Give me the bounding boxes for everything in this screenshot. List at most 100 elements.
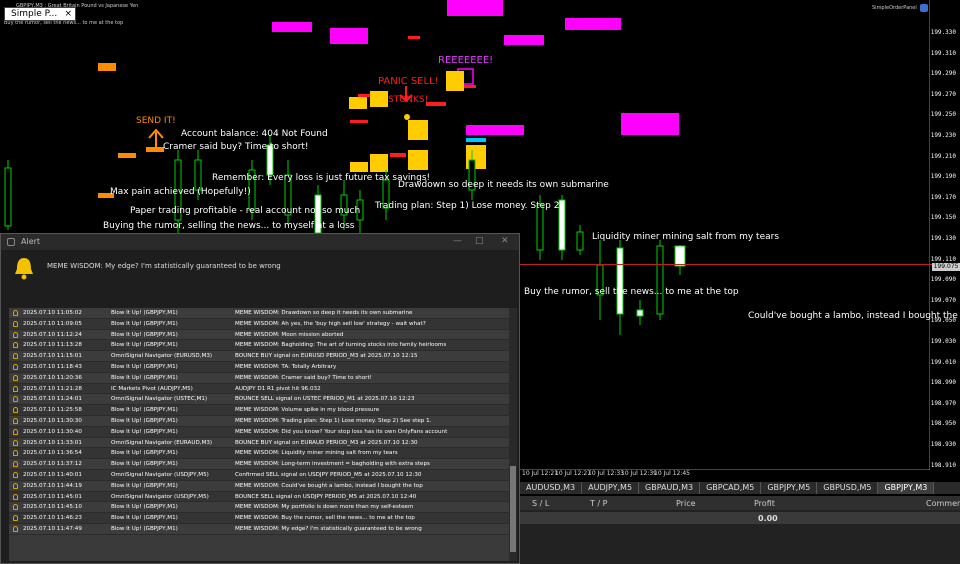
alert-source: Blow It Up! (GBPJPY,M1): [111, 320, 178, 327]
alert-source: Blow It Up! (GBPJPY,M1): [111, 310, 178, 316]
red-dash: [390, 153, 406, 157]
alert-row[interactable]: 2025.07.10 11:46:23 Blow It Up! (GBPJPY,M…: [9, 513, 509, 524]
scrollbar-thumb[interactable]: [510, 466, 516, 552]
symbol-tab[interactable]: AUDJPY,M5: [582, 482, 640, 494]
alert-bell-icon: [13, 417, 18, 424]
alert-source: Blow It Up! (GBPJPY,M1): [111, 504, 178, 511]
alert-window[interactable]: Alert — □ ✕ MEME WISDOM: My edge? I'm st…: [0, 233, 520, 564]
price-tick-label: 199.170: [930, 193, 956, 201]
alert-list[interactable]: 2025.07.10 11:05:02 Blow It Up! (GBPJPY,M…: [9, 308, 509, 561]
alert-row[interactable]: 2025.07.10 11:45:10 Blow It Up! (GBPJPY,M…: [9, 502, 509, 514]
price-header[interactable]: Price: [676, 499, 696, 508]
alert-source: Blow It Up! (GBPJPY,M1): [111, 482, 178, 489]
alert-time: 2025.07.10 11:44:19: [23, 482, 82, 489]
alert-time: 2025.07.10 11:36:54: [23, 450, 82, 457]
chart-header: GBPJPY,M3 : Great Britain Pound vs Japan…: [0, 0, 930, 26]
alert-row[interactable]: 2025.07.10 11:37:12 Blow It Up! (GBPJPY,M…: [9, 459, 509, 470]
close-button[interactable]: ✕: [501, 236, 509, 246]
current-price-badge: 199.075: [932, 263, 960, 271]
gold-dot: [404, 114, 410, 120]
alert-row[interactable]: 2025.07.10 11:20:36 Blow It Up! (GBPJPY,M…: [9, 372, 509, 384]
alert-text: MEME WISDOM: Bagholding: The art of turn…: [235, 342, 447, 349]
alert-bell-icon: [13, 450, 18, 457]
stonks-label: STONKS!: [388, 95, 429, 105]
profit-value: 0.00: [758, 514, 778, 523]
tp-header[interactable]: T / P: [590, 499, 608, 508]
alert-row[interactable]: 2025.07.10 11:24:01 OmniSignal Navigator …: [9, 394, 509, 406]
alert-text: MEME WISDOM: Long-term investment = bagh…: [235, 461, 430, 468]
simple-panel-tab[interactable]: Simple P... ×: [4, 7, 76, 21]
gold-block: [349, 97, 367, 109]
comment-header[interactable]: Comment: [926, 499, 960, 508]
profit-header[interactable]: Profit: [754, 499, 775, 508]
alert-time: 2025.07.10 11:30:30: [23, 417, 82, 424]
alert-bell-icon: [13, 374, 18, 381]
time-axis: 10 Jul 12:21 10 Jul 12:27 10 Jul 12:33 10 J…: [520, 470, 932, 480]
alert-bell-icon: [13, 493, 18, 500]
alert-titlebar[interactable]: Alert — □ ✕: [1, 234, 519, 250]
alert-row[interactable]: 2025.07.10 11:33:01 OmniSignal Navigator …: [9, 437, 509, 449]
alert-row[interactable]: 2025.07.10 11:36:54 Blow It Up! (GBPJPY,M…: [9, 448, 509, 460]
symbol-tab[interactable]: AUDUSD,M3: [520, 482, 583, 494]
alert-row[interactable]: 2025.07.10 11:45:01 OmniSignal Navigator …: [9, 491, 509, 503]
paper-trading-label: Paper trading profitable - real account …: [130, 206, 361, 216]
alert-source: Blow It Up! (GBPJPY,M1): [111, 515, 178, 522]
alert-text: MEME WISDOM: My edge? I'm statistically …: [235, 525, 422, 532]
alert-row[interactable]: 2025.07.10 11:47:49 Blow It Up! (GBPJPY,M…: [9, 523, 509, 535]
alert-row[interactable]: 2025.07.10 11:05:02 Blow It Up! (GBPJPY,M…: [9, 308, 509, 319]
alert-time: 2025.07.10 11:05:02: [23, 310, 82, 316]
alert-row[interactable]: 2025.07.10 11:40:01 OmniSignal Navigator …: [9, 469, 509, 481]
time-tick-label: 10 Jul 12:33: [588, 470, 624, 477]
alert-source: Blow It Up! (GBPJPY,M1): [111, 450, 178, 457]
panic-sell-label: PANIC SELL!: [378, 76, 439, 87]
alert-row[interactable]: 2025.07.10 11:18:43 Blow It Up! (GBPJPY,M…: [9, 361, 509, 373]
alert-row[interactable]: 2025.07.10 11:12:24 Blow It Up! (GBPJPY,M…: [9, 329, 509, 341]
alert-text: BOUNCE BUY signal on EURAUD PERIOD_M3 at…: [235, 439, 418, 446]
alert-row[interactable]: 2025.07.10 11:25:58 Blow It Up! (GBPJPY,M…: [9, 405, 509, 416]
alert-row[interactable]: 2025.07.10 11:30:40 Blow It Up! (GBPJPY,M…: [9, 426, 509, 438]
max-pain-label: Max pain achieved (Hopefully!): [110, 187, 251, 197]
alert-row[interactable]: 2025.07.10 11:15:01 OmniSignal Navigator …: [9, 351, 509, 362]
orange-dash: [118, 153, 136, 158]
alert-list-scrollbar[interactable]: [509, 308, 517, 561]
symbol-tab[interactable]: GBPJPY,M3: [878, 482, 935, 494]
alert-text: MEME WISDOM: Buy the rumor, sell the new…: [235, 515, 415, 522]
alert-row[interactable]: 2025.07.10 11:44:19 Blow It Up! (GBPJPY,M…: [9, 480, 509, 492]
minimize-button[interactable]: —: [453, 236, 462, 246]
alert-text: MEME WISDOM: Trading plan: Step 1) Lose …: [235, 417, 432, 424]
price-tick-label: 198.990: [930, 379, 956, 387]
alert-time: 2025.07.10 11:47:49: [23, 525, 82, 532]
gold-block: [446, 71, 464, 91]
alert-text: MEME WISDOM: Ah yes, the 'buy high sell …: [235, 320, 426, 327]
alert-bell-icon: [13, 504, 18, 511]
maximize-button[interactable]: □: [475, 236, 484, 246]
alert-text: MEME WISDOM: Cramer said buy? Time to sh…: [235, 374, 372, 381]
alert-bell-icon: [13, 385, 18, 392]
alert-bell-icon: [13, 525, 18, 532]
magenta-block: [272, 22, 312, 32]
alert-source: Blow It Up! (GBPJPY,M1): [111, 374, 178, 381]
message-scrollbar[interactable]: [509, 262, 517, 304]
symbol-tab[interactable]: GBPAUD,M3: [639, 482, 701, 494]
sl-header[interactable]: S / L: [532, 499, 549, 508]
alert-row[interactable]: 2025.07.10 11:09:05 Blow It Up! (GBPJPY,M…: [9, 318, 509, 330]
time-tick-label: 10 Jul 12:39: [621, 470, 657, 477]
alert-row[interactable]: 2025.07.10 11:30:30 Blow It Up! (GBPJPY,M…: [9, 415, 509, 427]
magenta-block: [621, 113, 679, 135]
alert-time: 2025.07.10 11:21:28: [23, 385, 82, 392]
alert-time: 2025.07.10 11:09:05: [23, 320, 82, 327]
magenta-block: [504, 35, 544, 45]
close-icon[interactable]: ×: [64, 8, 72, 20]
symbol-tabs[interactable]: AUDUSD,M3 AUDJPY,M5 GBPAUD,M3 GBPCAD,M5 GBPJ…: [520, 482, 960, 494]
symbol-tab[interactable]: GBPJPY,M5: [761, 482, 818, 494]
alert-text: MEME WISDOM: Drawdown so deep it needs i…: [235, 310, 413, 316]
symbol-tab[interactable]: GBPUSD,M5: [817, 482, 879, 494]
price-tick-label: 199.010: [930, 358, 956, 366]
symbol-tab[interactable]: GBPCAD,M5: [700, 482, 762, 494]
alert-row[interactable]: 2025.07.10 11:13:28 Blow It Up! (GBPJPY,M…: [9, 340, 509, 352]
alert-bell-icon: [13, 407, 18, 414]
alert-text: BOUNCE BUY signal on EURUSD PERIOD_M3 at…: [235, 353, 418, 360]
gold-block: [370, 154, 388, 172]
alert-row[interactable]: 2025.07.10 11:21:28 IC Markets Pivot (AUD…: [9, 383, 509, 395]
alert-text: MEME WISDOM: Could've bought a lambo, in…: [235, 482, 423, 489]
